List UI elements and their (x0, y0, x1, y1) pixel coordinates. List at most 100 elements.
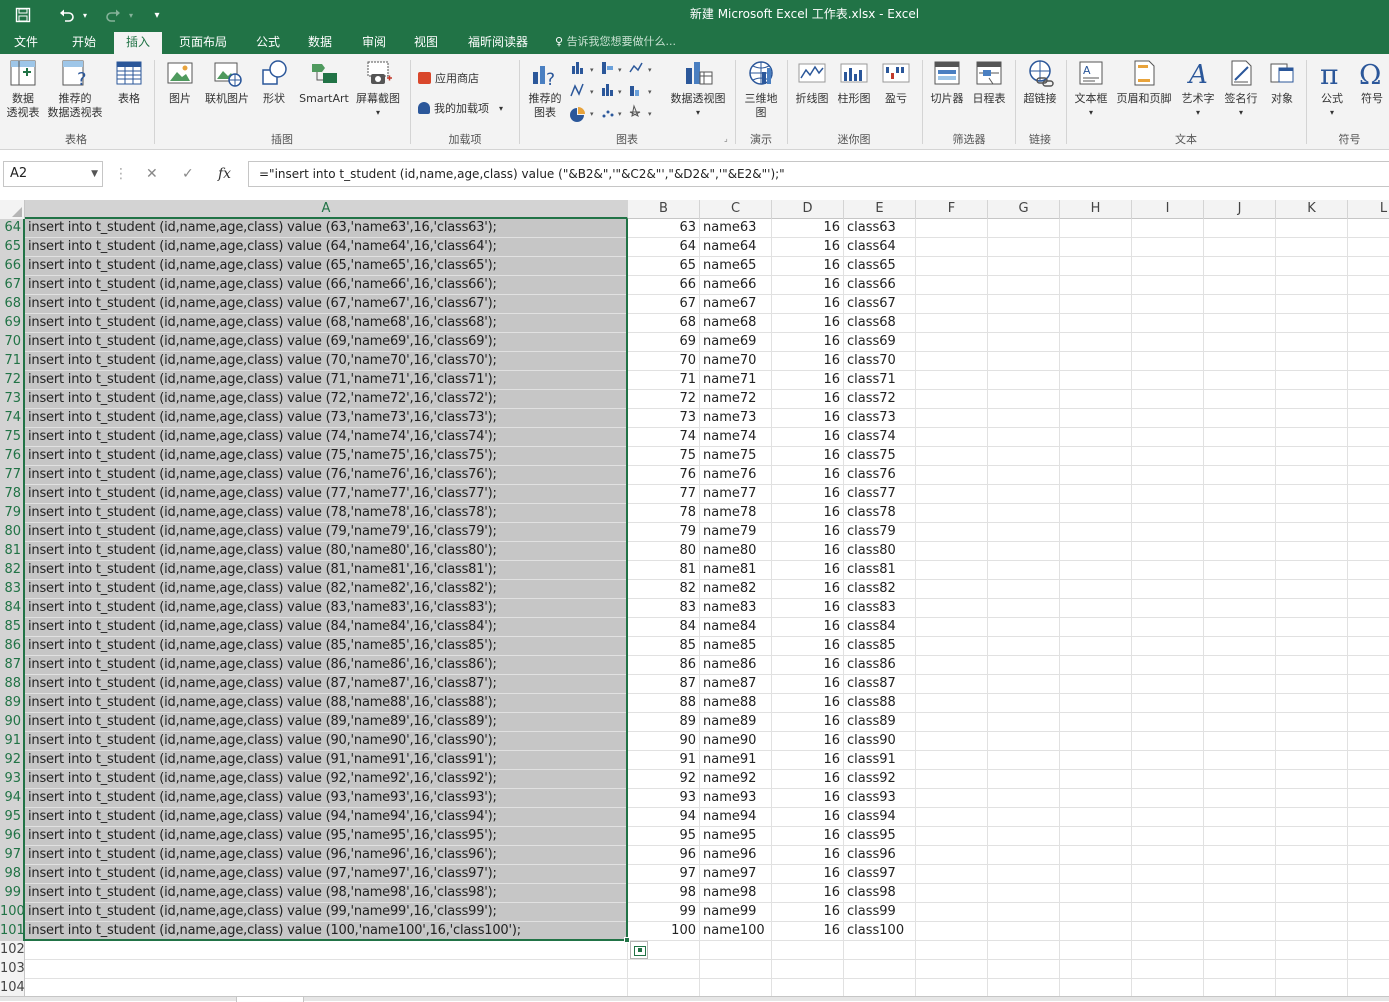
cell-b[interactable]: 73 (628, 409, 700, 427)
cell-e[interactable]: class92 (844, 770, 916, 788)
cell-b[interactable]: 72 (628, 390, 700, 408)
cell-a[interactable]: insert into t_student (id,name,age,class… (25, 713, 628, 731)
empty-cell[interactable] (1204, 808, 1276, 826)
empty-cell[interactable] (916, 922, 988, 940)
empty-cell[interactable] (916, 713, 988, 731)
cell-a[interactable]: insert into t_student (id,name,age,class… (25, 865, 628, 883)
empty-cell[interactable] (1348, 428, 1389, 446)
empty-cell[interactable] (1132, 257, 1204, 275)
cell-b[interactable]: 85 (628, 637, 700, 655)
empty-cell[interactable] (988, 219, 1060, 237)
cell-c[interactable]: name77 (700, 485, 772, 503)
empty-cell[interactable] (916, 827, 988, 845)
empty-cell[interactable] (1348, 694, 1389, 712)
empty-cell[interactable] (1132, 770, 1204, 788)
empty-cell[interactable] (1204, 314, 1276, 332)
empty-cell[interactable] (1060, 390, 1132, 408)
cell-c[interactable]: name75 (700, 447, 772, 465)
cell-d[interactable]: 16 (772, 637, 844, 655)
empty-cell[interactable] (1060, 352, 1132, 370)
empty-cell[interactable] (916, 409, 988, 427)
empty-cell[interactable] (1132, 504, 1204, 522)
cell-d[interactable]: 16 (772, 238, 844, 256)
empty-cell[interactable] (1060, 751, 1132, 769)
cell-b[interactable]: 96 (628, 846, 700, 864)
cell-e[interactable]: class90 (844, 732, 916, 750)
empty-cell[interactable] (1060, 428, 1132, 446)
empty-cell[interactable] (916, 352, 988, 370)
empty-cell[interactable] (1276, 770, 1348, 788)
empty-cell[interactable] (1348, 485, 1389, 503)
empty-cell[interactable] (1348, 371, 1389, 389)
cell-b[interactable]: 76 (628, 466, 700, 484)
row-header[interactable]: 92 (0, 751, 25, 770)
empty-cell[interactable] (1348, 295, 1389, 313)
cell-c[interactable]: name94 (700, 808, 772, 826)
store-button[interactable]: 应用商店 (418, 70, 479, 86)
cell-b[interactable]: 83 (628, 599, 700, 617)
cell-c[interactable]: name96 (700, 846, 772, 864)
empty-cell[interactable] (916, 314, 988, 332)
empty-cell[interactable] (916, 884, 988, 902)
row-header[interactable]: 75 (0, 428, 25, 447)
cell-e[interactable]: class91 (844, 751, 916, 769)
empty-cell[interactable] (1132, 846, 1204, 864)
empty-cell[interactable] (1348, 827, 1389, 845)
empty-cell[interactable] (916, 295, 988, 313)
cell-c[interactable]: name84 (700, 618, 772, 636)
cell-d[interactable]: 16 (772, 276, 844, 294)
empty-cell[interactable] (1204, 485, 1276, 503)
cell-e[interactable]: class72 (844, 390, 916, 408)
empty-cell[interactable] (916, 390, 988, 408)
cell-b[interactable]: 98 (628, 884, 700, 902)
cell-d[interactable]: 16 (772, 922, 844, 940)
cell-c[interactable] (700, 941, 772, 959)
cell-d[interactable]: 16 (772, 580, 844, 598)
empty-cell[interactable] (1204, 599, 1276, 617)
cell-b[interactable]: 81 (628, 561, 700, 579)
empty-cell[interactable] (1204, 865, 1276, 883)
empty-cell[interactable] (1348, 257, 1389, 275)
empty-cell[interactable] (916, 846, 988, 864)
empty-cell[interactable] (988, 599, 1060, 617)
cell-e[interactable]: class85 (844, 637, 916, 655)
empty-cell[interactable] (1060, 371, 1132, 389)
empty-cell[interactable] (1132, 428, 1204, 446)
row-header[interactable]: 64 (0, 219, 25, 238)
cell-a[interactable]: insert into t_student (id,name,age,class… (25, 352, 628, 370)
cell-e[interactable]: class74 (844, 428, 916, 446)
cell-b[interactable]: 88 (628, 694, 700, 712)
cell-c[interactable]: name95 (700, 827, 772, 845)
cell-a[interactable]: insert into t_student (id,name,age,class… (25, 333, 628, 351)
empty-cell[interactable] (1348, 238, 1389, 256)
cell-d[interactable]: 16 (772, 618, 844, 636)
row-header[interactable]: 83 (0, 580, 25, 599)
cell-a[interactable]: insert into t_student (id,name,age,class… (25, 371, 628, 389)
column-header-f[interactable]: F (916, 200, 988, 219)
cell-b[interactable]: 77 (628, 485, 700, 503)
cell-c[interactable]: name89 (700, 713, 772, 731)
empty-cell[interactable] (1276, 523, 1348, 541)
empty-cell[interactable] (1060, 675, 1132, 693)
enter-icon[interactable]: ✓ (182, 161, 194, 187)
empty-cell[interactable] (1132, 675, 1204, 693)
cell-e[interactable] (844, 941, 916, 959)
cell-d[interactable]: 16 (772, 333, 844, 351)
cell-d[interactable]: 16 (772, 827, 844, 845)
cell-d[interactable]: 16 (772, 713, 844, 731)
cell-a[interactable] (25, 960, 628, 978)
empty-cell[interactable] (1132, 979, 1204, 997)
cell-d[interactable]: 16 (772, 523, 844, 541)
empty-cell[interactable] (916, 523, 988, 541)
row-header[interactable]: 65 (0, 238, 25, 257)
tab-home[interactable]: 开始 (62, 32, 106, 54)
cell-c[interactable]: name67 (700, 295, 772, 313)
empty-cell[interactable] (1060, 257, 1132, 275)
empty-cell[interactable] (1060, 713, 1132, 731)
empty-cell[interactable] (1348, 599, 1389, 617)
empty-cell[interactable] (1348, 409, 1389, 427)
cell-c[interactable]: name64 (700, 238, 772, 256)
cell-d[interactable]: 16 (772, 884, 844, 902)
empty-cell[interactable] (1348, 770, 1389, 788)
column-header-h[interactable]: H (1060, 200, 1132, 219)
